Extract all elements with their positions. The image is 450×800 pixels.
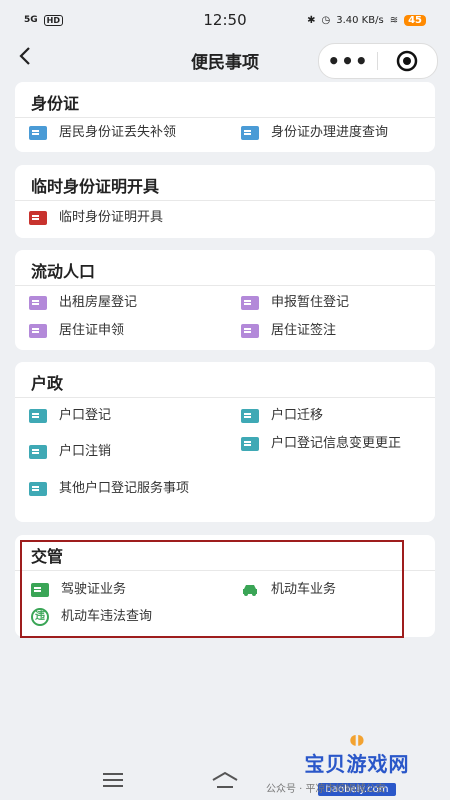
section-household: 户政 户口登记 户口迁移 户口注销 户口登记信息变更更正 其他户口登记服务事项 — [15, 362, 435, 522]
household-transfer-icon — [241, 409, 259, 423]
item-label: 驾驶证业务 — [61, 582, 127, 597]
section-title: 交管 — [31, 547, 64, 566]
section-floating-population: 流动人口 出租房屋登记 申报暂住登记 居住证申领 居住证签注 — [15, 250, 435, 350]
driving-license-icon — [31, 583, 49, 597]
item-rental-registration[interactable]: 出租房屋登记 — [29, 294, 137, 312]
network-indicator: 5G — [24, 15, 38, 25]
close-miniapp-icon[interactable] — [378, 50, 436, 72]
item-label: 临时身份证明开具 — [59, 210, 164, 225]
battery-level: 45 — [404, 14, 426, 26]
section-title: 户政 — [31, 374, 64, 393]
household-other-icon — [29, 482, 47, 496]
home-icon[interactable] — [210, 770, 240, 794]
section-temp-id: 临时身份证明开具 临时身份证明开具 — [15, 165, 435, 238]
section-title: 流动人口 — [31, 262, 96, 281]
item-label: 居住证申领 — [59, 323, 125, 338]
car-icon — [241, 582, 259, 604]
item-vehicle-business[interactable]: 机动车业务 — [241, 581, 336, 604]
wifi-icon: ≋ — [389, 14, 399, 26]
divider — [15, 117, 435, 118]
item-label: 户口迁移 — [271, 408, 324, 423]
watermark-logo-icon: ◖◗ — [349, 732, 365, 748]
nav-bar: 便民事项 ••• — [0, 40, 450, 80]
more-icon[interactable]: ••• — [319, 49, 377, 73]
item-id-card-progress[interactable]: 身份证办理进度查询 — [241, 124, 388, 142]
item-household-transfer[interactable]: 户口迁移 — [241, 407, 323, 425]
id-card-icon — [29, 126, 47, 140]
footer-text: 公众号 · 平凉市崆峒城公安 — [266, 784, 386, 795]
item-id-card-reissue[interactable]: 居民身份证丢失补领 — [29, 124, 176, 142]
item-driving-license[interactable]: 驾驶证业务 — [31, 581, 126, 599]
watermark-title: 宝贝游戏网 — [304, 752, 410, 776]
item-household-cancel[interactable]: 户口注销 — [29, 443, 111, 461]
section-title: 身份证 — [31, 94, 80, 113]
divider — [15, 200, 435, 201]
house-icon — [29, 296, 47, 310]
section-id-card: 身份证 居民身份证丢失补领 身份证办理进度查询 — [15, 82, 435, 152]
divider — [15, 570, 435, 571]
item-temp-residence[interactable]: 申报暂住登记 — [241, 294, 349, 312]
hd-indicator: HD — [43, 14, 63, 26]
item-temp-id[interactable]: 临时身份证明开具 — [29, 209, 163, 227]
bluetooth-icon: ✱ — [307, 14, 316, 26]
document-icon — [241, 296, 259, 310]
item-household-other[interactable]: 其他户口登记服务事项 — [29, 480, 209, 498]
card-icon — [241, 324, 259, 338]
status-bar: 5G HD 12:50 ✱ ◷ 3.40 KB/s ≋ 45 — [0, 0, 450, 40]
item-residence-permit-apply[interactable]: 居住证申领 — [29, 322, 124, 340]
divider — [15, 285, 435, 286]
item-label: 机动车业务 — [271, 582, 337, 597]
item-residence-permit-endorse[interactable]: 居住证签注 — [241, 322, 336, 340]
item-label: 出租房屋登记 — [59, 295, 138, 310]
item-label: 申报暂住登记 — [271, 295, 350, 310]
item-violation-query[interactable]: 违 机动车违法查询 — [31, 608, 152, 626]
item-household-register[interactable]: 户口登记 — [29, 407, 111, 425]
household-icon — [29, 409, 47, 423]
item-label: 户口登记 — [59, 408, 112, 423]
item-label: 身份证办理进度查询 — [271, 125, 389, 140]
item-household-info-change[interactable]: 户口登记信息变更更正 — [241, 435, 421, 453]
section-traffic: 交管 驾驶证业务 机动车业务 违 机动车违法查询 — [15, 535, 435, 637]
item-label: 户口注销 — [59, 444, 112, 459]
alarm-icon: ◷ — [321, 14, 331, 26]
menu-icon[interactable] — [101, 772, 125, 792]
item-label: 居民身份证丢失补领 — [59, 125, 177, 140]
status-time: 12:50 — [203, 11, 247, 29]
temp-id-icon — [29, 211, 47, 225]
id-card-search-icon — [241, 126, 259, 140]
network-speed: 3.40 KB/s — [336, 14, 384, 26]
household-edit-icon — [241, 437, 259, 451]
divider — [15, 397, 435, 398]
item-label: 居住证签注 — [271, 323, 337, 338]
card-icon — [29, 324, 47, 338]
item-label: 其他户口登记服务事项 — [59, 481, 190, 496]
item-label: 户口登记信息变更更正 — [271, 436, 402, 451]
miniapp-capsule: ••• — [318, 43, 438, 79]
household-cancel-icon — [29, 445, 47, 459]
violation-icon: 违 — [31, 608, 49, 626]
item-label: 机动车违法查询 — [61, 609, 153, 624]
section-title: 临时身份证明开具 — [31, 177, 160, 196]
